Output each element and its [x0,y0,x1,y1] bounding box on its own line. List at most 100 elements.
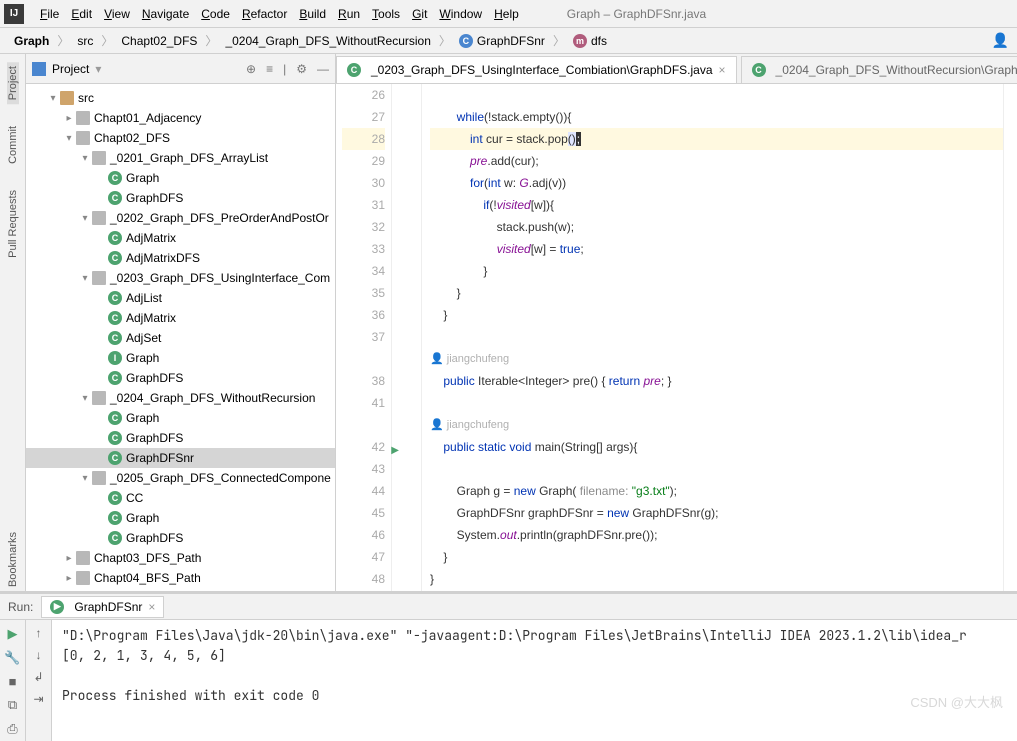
print-icon[interactable]: ⎙ [7,721,17,737]
up-icon[interactable]: ↑ [36,626,42,640]
layout-icon[interactable]: ⧉ [8,697,17,713]
tree-node[interactable]: ▸CCC [26,488,335,508]
rerun-icon[interactable]: ▶ [8,626,18,642]
menu-tools[interactable]: Tools [366,5,406,23]
gutter-run-icon[interactable]: ▶ [391,440,399,462]
menu-navigate[interactable]: Navigate [136,5,195,23]
line-number[interactable]: 34 [342,260,385,282]
code-line[interactable]: } [430,568,1003,590]
tree-node[interactable]: ▾_0201_Graph_DFS_ArrayList [26,148,335,168]
code-line[interactable]: int cur = stack.pop(); [430,128,1003,150]
code-line[interactable]: stack.push(w); [430,216,1003,238]
rail-bookmarks[interactable]: Bookmarks [7,528,19,591]
tree-node[interactable]: ▸Chapt01_Adjacency [26,108,335,128]
line-number[interactable]: 44 [342,480,385,502]
menu-view[interactable]: View [98,5,136,23]
run-tab[interactable]: ▶ GraphDFSnr × [41,596,164,618]
line-number[interactable]: 26 [342,84,385,106]
tree-node[interactable]: ▸CGraph [26,168,335,188]
scroll-icon[interactable]: ⇥ [33,692,43,706]
tree-node[interactable]: ▸CGraphDFS [26,528,335,548]
tree-node[interactable]: ▸Chapt04_BFS_Path [26,568,335,588]
breadcrumb-item[interactable]: CGraphDFSnr [453,32,551,50]
tree-node[interactable]: ▸CGraphDFS [26,188,335,208]
menu-window[interactable]: Window [433,5,488,23]
menu-run[interactable]: Run [332,5,366,23]
menu-refactor[interactable]: Refactor [236,5,293,23]
tree-node[interactable]: ▸CGraphDFSnr [26,448,335,468]
tree-node[interactable]: ▸CAdjMatrix [26,308,335,328]
tree-node[interactable]: ▾_0204_Graph_DFS_WithoutRecursion [26,388,335,408]
editor-tab[interactable]: C _0203_Graph_DFS_UsingInterface_Combiat… [336,56,737,83]
menu-edit[interactable]: Edit [65,5,98,23]
line-number[interactable]: 38 [342,370,385,392]
menu-git[interactable]: Git [406,5,433,23]
expand-icon[interactable]: ≡ [266,62,273,76]
code-line[interactable]: for(int w: G.adj(v)) [430,172,1003,194]
code-line[interactable]: pre.add(cur); [430,150,1003,172]
chevron-down-icon[interactable]: ▾ [95,62,101,76]
menu-file[interactable]: File [34,5,65,23]
breadcrumb-item[interactable]: _0204_Graph_DFS_WithoutRecursion [219,32,436,50]
hide-icon[interactable]: — [317,62,329,76]
line-number[interactable]: 28 [342,128,385,150]
tree-node[interactable]: ▸CGraphDFS [26,368,335,388]
console-output[interactable]: "D:\Program Files\Java\jdk-20\bin\java.e… [52,620,1017,741]
twisty-icon[interactable]: ▸ [62,553,76,564]
wrench-icon[interactable]: 🔧 [4,650,20,666]
down-icon[interactable]: ↓ [36,648,42,662]
line-number[interactable]: 41 [342,392,385,414]
tree-node[interactable]: ▾Chapt02_DFS [26,128,335,148]
softwrap-icon[interactable]: ↲ [33,670,43,684]
tree-node[interactable]: ▸CAdjMatrixDFS [26,248,335,268]
tree-node[interactable]: ▾_0203_Graph_DFS_UsingInterface_Com [26,268,335,288]
twisty-icon[interactable]: ▾ [78,273,92,284]
code-line[interactable] [430,458,1003,480]
line-number[interactable]: 37 [342,326,385,348]
twisty-icon[interactable]: ▾ [78,153,92,164]
code-line[interactable] [430,84,1003,106]
tree-node[interactable]: ▸CGraphDFS [26,428,335,448]
code-line[interactable]: Graph g = new Graph( filename: "g3.txt")… [430,480,1003,502]
error-strip[interactable] [1003,84,1017,591]
code-line[interactable]: public static void main(String[] args){ [430,436,1003,458]
line-number[interactable]: 32 [342,216,385,238]
twisty-icon[interactable]: ▾ [46,93,60,104]
code-line[interactable]: visited[w] = true; [430,238,1003,260]
rail-project[interactable]: Project [7,62,19,104]
locate-icon[interactable]: ⊕ [246,62,256,76]
close-icon[interactable]: × [148,600,155,614]
breadcrumb-item[interactable]: Graph [8,32,55,50]
rail-commit[interactable]: Commit [7,122,19,168]
breadcrumb-item[interactable]: src [71,32,99,50]
line-number[interactable]: 36 [342,304,385,326]
tree-node[interactable]: ▸CAdjList [26,288,335,308]
user-avatar-icon[interactable]: 👤 [992,32,1009,49]
code-area[interactable]: while(!stack.empty()){ int cur = stack.p… [422,84,1003,591]
editor[interactable]: 262728293031323334353637384142▶434445464… [336,84,1017,591]
tree-node[interactable]: ▸CAdjMatrix [26,228,335,248]
code-line[interactable]: } [430,260,1003,282]
line-number[interactable]: 46 [342,524,385,546]
sidebar-title[interactable]: Project [52,62,89,76]
tree-node[interactable]: ▸CGraph [26,508,335,528]
code-line[interactable]: } [430,282,1003,304]
code-line[interactable]: } [430,546,1003,568]
tree-node[interactable]: ▾src [26,88,335,108]
line-number[interactable]: 45 [342,502,385,524]
code-line[interactable] [430,392,1003,414]
rail-pull-requests[interactable]: Pull Requests [7,186,19,262]
tree-node[interactable]: ▸CAdjSet [26,328,335,348]
twisty-icon[interactable]: ▾ [78,213,92,224]
twisty-icon[interactable]: ▸ [62,573,76,584]
code-line[interactable]: System.out.println(graphDFSnr.pre()); [430,524,1003,546]
code-line[interactable]: while(!stack.empty()){ [430,106,1003,128]
tree-node[interactable]: ▸IGraph [26,348,335,368]
tree-node[interactable]: ▾_0202_Graph_DFS_PreOrderAndPostOr [26,208,335,228]
line-number[interactable]: 48 [342,568,385,590]
gutter[interactable]: 262728293031323334353637384142▶434445464… [336,84,392,591]
line-number[interactable]: 27 [342,106,385,128]
line-number[interactable]: 30 [342,172,385,194]
line-number[interactable]: 43 [342,458,385,480]
code-line[interactable] [430,326,1003,348]
